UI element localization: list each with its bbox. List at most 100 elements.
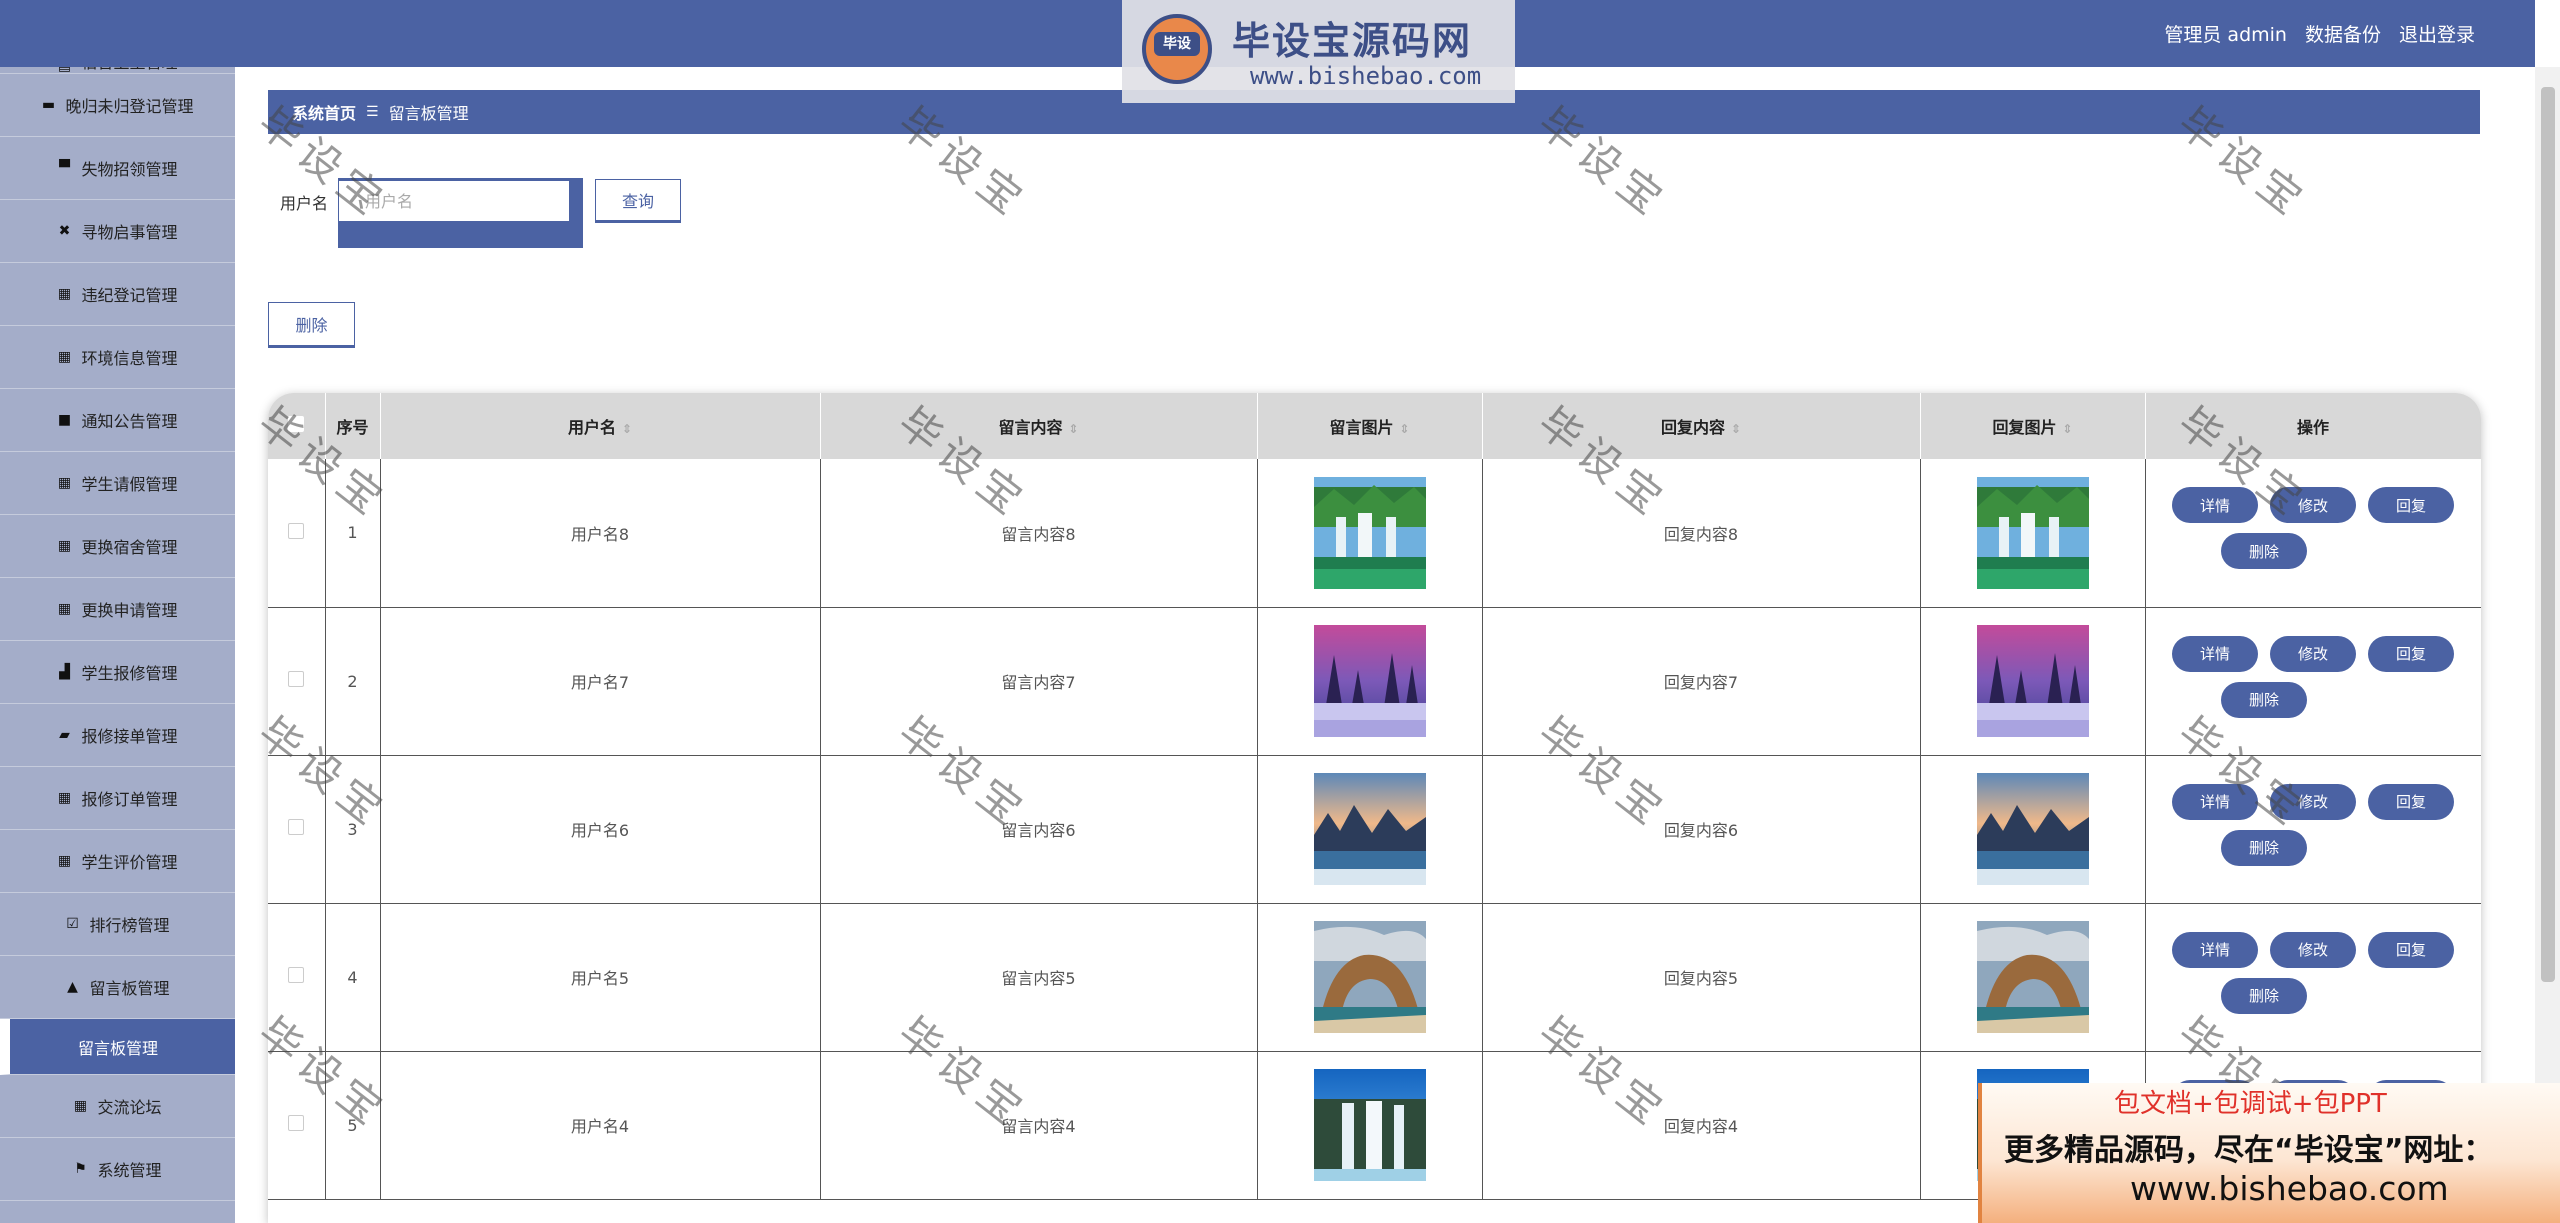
batch-delete-button[interactable]: 删除 (268, 302, 355, 348)
message-image[interactable] (1313, 625, 1426, 737)
delete-button[interactable]: 删除 (2221, 977, 2307, 1014)
reply-button[interactable]: 回复 (2368, 783, 2454, 820)
sidebar-item[interactable]: ■ 通知公告管理 (0, 389, 235, 452)
sort-icon[interactable]: ⇕ (1399, 422, 1409, 436)
cell-image[interactable] (1257, 755, 1483, 903)
col-header-reply-image[interactable]: 回复图片 ⇕ (1920, 393, 2146, 459)
breadcrumb-home[interactable]: 系统首页 (292, 100, 356, 124)
cell-image[interactable] (1257, 1051, 1483, 1199)
user-icon: ▲ (67, 979, 78, 995)
delete-button[interactable]: 删除 (2221, 681, 2307, 718)
row-checkbox[interactable] (288, 967, 305, 983)
cell-image[interactable] (1257, 903, 1483, 1051)
reply-image[interactable] (1976, 773, 2089, 885)
sidebar-item[interactable]: ▦ 报修订单管理 (0, 767, 235, 830)
col-header-image[interactable]: 留言图片 ⇕ (1257, 393, 1483, 459)
col-header-content[interactable]: 留言内容 ⇕ (820, 393, 1258, 459)
select-all-checkbox[interactable] (288, 416, 305, 432)
edit-button[interactable]: 修改 (2270, 487, 2356, 523)
backup-link[interactable]: 数据备份 (2305, 20, 2381, 47)
cell-reply-image[interactable] (1920, 459, 2146, 607)
sidebar-item[interactable]: ⚑ 系统管理 (0, 1138, 235, 1201)
cell-reply-image[interactable] (1920, 903, 2146, 1051)
delete-button[interactable]: 删除 (2221, 829, 2307, 866)
reply-image[interactable] (1976, 476, 2089, 589)
comment-icon: ▬ (41, 97, 56, 113)
message-image[interactable] (1313, 476, 1426, 589)
sort-icon[interactable]: ⇕ (2062, 422, 2072, 436)
promo-line3: www.bishebao.com (2130, 1169, 2449, 1208)
grid-icon: ▦ (57, 286, 72, 302)
col-header-reply[interactable]: 回复内容 ⇕ (1482, 393, 1921, 459)
row-select-cell[interactable] (268, 755, 326, 903)
cell-reply: 回复内容8 (1482, 459, 1921, 607)
cell-index: 2 (325, 607, 381, 755)
edit-button[interactable]: 修改 (2270, 635, 2356, 672)
detail-button[interactable]: 详情 (2172, 635, 2258, 672)
sidebar-item-label: 更换宿舍管理 (81, 538, 178, 557)
row-checkbox[interactable] (288, 522, 305, 539)
sidebar-item[interactable]: ▬ 晚归未归登记管理 (0, 74, 235, 137)
sidebar-item[interactable]: ☑ 排行榜管理 (0, 893, 235, 956)
logout-link[interactable]: 退出登录 (2399, 20, 2475, 47)
row-select-cell[interactable] (268, 607, 326, 755)
reply-button[interactable]: 回复 (2368, 931, 2454, 968)
cell-image[interactable] (1257, 607, 1483, 755)
sidebar-item[interactable]: ▀ 失物招领管理 (0, 137, 235, 200)
col-header-user[interactable]: 用户名 ⇕ (380, 393, 821, 459)
sort-icon[interactable]: ⇕ (622, 422, 632, 436)
cell-index: 5 (325, 1051, 381, 1199)
message-image[interactable] (1313, 921, 1426, 1033)
sidebar-item[interactable]: ▦ 更换宿舍管理 (0, 515, 235, 578)
cell-reply-image[interactable] (1920, 607, 2146, 755)
delete-button[interactable]: 删除 (2221, 533, 2307, 569)
sidebar-item[interactable]: ▦ 违纪登记管理 (0, 263, 235, 326)
detail-button[interactable]: 详情 (2172, 783, 2258, 820)
sidebar-item[interactable]: ▲ 留言板管理 (0, 956, 235, 1019)
cell-image[interactable] (1257, 459, 1483, 607)
scrollbar-thumb[interactable] (2541, 87, 2555, 982)
detail-button[interactable]: 详情 (2172, 931, 2258, 968)
cell-ops: 详情修改回复删除 (2145, 459, 2481, 607)
edit-button[interactable]: 修改 (2270, 783, 2356, 820)
cell-reply: 回复内容7 (1482, 607, 1921, 755)
reply-button[interactable]: 回复 (2368, 487, 2454, 523)
search-input[interactable] (338, 180, 570, 222)
sidebar-item[interactable]: ▦ 更换申请管理 (0, 578, 235, 641)
table-row: 2 用户名7 留言内容7 回复内容7 详情 修改 回复 删除 (268, 607, 2481, 755)
search-label: 用户名 (280, 194, 329, 213)
row-checkbox[interactable] (288, 819, 305, 835)
scrollbar[interactable] (2535, 67, 2560, 1223)
row-select-cell[interactable] (268, 1051, 326, 1199)
sidebar-item[interactable]: ▤ 宿舍卫生管理 (0, 67, 235, 74)
reply-image[interactable] (1976, 625, 2089, 737)
sidebar-subitem-message-board[interactable]: 留言板管理 (0, 1019, 235, 1075)
row-checkbox[interactable] (288, 1115, 305, 1131)
logo-mascot-icon: 毕设 (1142, 14, 1212, 84)
sidebar-item[interactable]: ▦ 学生请假管理 (0, 452, 235, 515)
sidebar-item[interactable]: ▦ 学生评价管理 (0, 830, 235, 893)
message-image[interactable] (1313, 773, 1426, 885)
promo-banner: 包文档+包调试+包PPT 更多精品源码，尽在“毕设宝”网址： www.bishe… (1978, 1083, 2560, 1223)
reply-image[interactable] (1976, 921, 2089, 1033)
sidebar-item[interactable]: ▰ 报修接单管理 (0, 704, 235, 767)
select-all-cell[interactable] (268, 393, 326, 459)
sidebar-item-label: 环境信息管理 (81, 349, 178, 368)
sidebar-item[interactable]: ▦ 环境信息管理 (0, 326, 235, 389)
edit-button[interactable]: 修改 (2270, 931, 2356, 968)
sidebar-item[interactable]: ▦ 交流论坛 (0, 1075, 235, 1138)
row-checkbox[interactable] (288, 671, 305, 687)
row-select-cell[interactable] (268, 903, 326, 1051)
sort-icon[interactable]: ⇕ (1068, 422, 1078, 436)
cell-index: 3 (325, 755, 381, 903)
query-button[interactable]: 查询 (595, 179, 681, 223)
logo-title: 毕设宝源码网 (1232, 19, 1473, 63)
sidebar-item[interactable]: ▟ 学生报修管理 (0, 641, 235, 704)
cell-reply-image[interactable] (1920, 755, 2146, 903)
detail-button[interactable]: 详情 (2172, 487, 2258, 523)
sidebar-item[interactable]: ✖ 寻物启事管理 (0, 200, 235, 263)
message-image[interactable] (1313, 1069, 1426, 1181)
sort-icon[interactable]: ⇕ (1731, 422, 1741, 436)
reply-button[interactable]: 回复 (2368, 635, 2454, 672)
row-select-cell[interactable] (268, 459, 326, 607)
